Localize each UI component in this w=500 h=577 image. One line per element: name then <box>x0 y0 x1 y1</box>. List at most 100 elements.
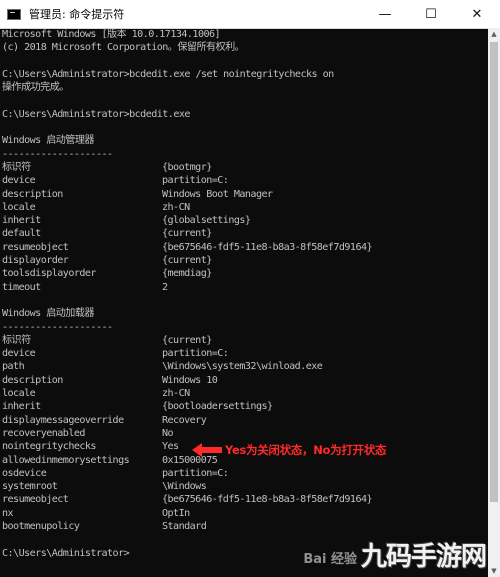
bcd-entry-key: device <box>2 175 36 187</box>
bcd-entry-value: {current} <box>162 334 212 346</box>
scrollbar-thumb[interactable] <box>490 42 498 502</box>
maximize-button[interactable]: ☐ <box>408 0 454 28</box>
console-text: C:\Users\Administrator> <box>2 547 130 559</box>
bcd-entry-key: nointegritychecks <box>2 441 97 453</box>
bcd-entry-value: partition=C: <box>162 467 229 479</box>
bcd-entry-key: systemroot <box>2 481 58 493</box>
console-line: timeout 2 <box>2 281 488 294</box>
bcd-entry-key: 标识符 <box>2 334 31 346</box>
bcd-entry-value: {bootmgr} <box>162 161 212 173</box>
bcd-entry-value: \Windows <box>162 481 207 493</box>
bcd-entry-key: description <box>2 188 63 200</box>
console-text: 操作成功完成。 <box>2 82 69 94</box>
bcd-entry-value: 2 <box>162 281 168 293</box>
console-line: systemroot \Windows <box>2 480 488 493</box>
bcd-entry-key: default <box>2 228 41 240</box>
vertical-scrollbar[interactable]: ▲ ▼ <box>488 28 500 577</box>
bcd-entry-value: partition=C: <box>162 175 229 187</box>
site-watermark: 九码手游网 <box>360 542 487 572</box>
console-line: resumeobject {be675646-fdf5-11e8-b8a3-8f5… <box>2 241 488 254</box>
left-arrow-icon <box>192 443 222 457</box>
console-line: (c) 2018 Microsoft Corporation。保留所有权利。 <box>2 41 488 54</box>
title-bar[interactable]: 管理员: 命令提示符 — ☐ ✕ <box>0 0 500 29</box>
console-text: -------------------- <box>2 148 113 160</box>
console-output[interactable]: Microsoft Windows [版本 10.0.17134.1006] (c… <box>2 28 488 577</box>
console-line: locale zh-CN <box>2 387 488 400</box>
console-text: -------------------- <box>2 321 113 333</box>
bcd-entry-key: resumeobject <box>2 241 69 253</box>
console-text: C:\Users\Administrator>bcdedit.exe /set … <box>2 68 334 80</box>
bcd-entry-value: Standard <box>162 520 207 532</box>
console-line: resumeobject {be675646-fdf5-11e8-b8a3-8f5… <box>2 493 488 506</box>
bcd-entry-value: {globalsettings} <box>162 215 251 227</box>
bcd-entry-value: No <box>162 427 174 439</box>
bcd-entry-key: nx <box>2 507 14 519</box>
bcd-entry-key: displayorder <box>2 255 69 267</box>
bcd-entry-key: osdevice <box>2 467 47 479</box>
bcd-entry-value: {current} <box>162 228 212 240</box>
close-button[interactable]: ✕ <box>454 0 500 28</box>
console-line: 标识符 {bootmgr} <box>2 161 488 174</box>
bcd-entry-key: allowedinmemorysettings <box>2 454 130 466</box>
console-text: (c) 2018 Microsoft Corporation。保留所有权利。 <box>2 42 245 54</box>
bcd-entry-key: bootmenupolicy <box>2 520 80 532</box>
bcd-entry-value: partition=C: <box>162 348 229 360</box>
bcd-entry-key: locale <box>2 201 36 213</box>
bcd-entry-key: recoveryenabled <box>2 427 85 439</box>
console-text: Windows 启动加载器 <box>2 308 94 320</box>
minimize-button[interactable]: — <box>362 0 408 28</box>
console-line: osdevice partition=C: <box>2 467 488 480</box>
bcd-entry-key: description <box>2 374 63 386</box>
console-line: Windows 启动管理器 <box>2 134 488 147</box>
console-line: inherit {bootloadersettings} <box>2 400 488 413</box>
bcd-entry-value: Windows 10 <box>162 374 218 386</box>
scroll-up-arrow-icon[interactable]: ▲ <box>488 28 500 40</box>
bcd-entry-key: 标识符 <box>2 161 31 173</box>
bcd-entry-value: Recovery <box>162 414 207 426</box>
console-line: device partition=C: <box>2 347 488 360</box>
console-text: C:\Users\Administrator>bcdedit.exe <box>2 108 190 120</box>
window-controls: — ☐ ✕ <box>362 0 500 28</box>
console-line: locale zh-CN <box>2 201 488 214</box>
console-line: 标识符 {current} <box>2 334 488 347</box>
bcd-entry-key: displaymessageoverride <box>2 414 124 426</box>
bcd-entry-key: device <box>2 348 36 360</box>
console-line: C:\Users\Administrator>bcdedit.exe <box>2 108 488 121</box>
console-line: displaymessageoverride Recovery <box>2 414 488 427</box>
bcd-entry-key: path <box>2 361 25 373</box>
console-line: inherit {globalsettings} <box>2 214 488 227</box>
console-text: Microsoft Windows [版本 10.0.17134.1006] <box>2 29 221 40</box>
scroll-down-arrow-icon[interactable]: ▼ <box>488 565 500 577</box>
console-line: Windows 启动加载器 <box>2 307 488 320</box>
console-line: bootmenupolicy Standard <box>2 520 488 533</box>
console-text: Windows 启动管理器 <box>2 135 94 147</box>
bcd-entry-key: timeout <box>2 281 41 293</box>
bcd-entry-key: locale <box>2 388 36 400</box>
bcd-entry-key: toolsdisplayorder <box>2 268 97 280</box>
window-title: 管理员: 命令提示符 <box>29 8 125 21</box>
bcd-entry-value: {memdiag} <box>162 268 212 280</box>
console-line: C:\Users\Administrator>bcdedit.exe /set … <box>2 68 488 81</box>
bcd-entry-value: OptIn <box>162 507 190 519</box>
console-line: description Windows Boot Manager <box>2 188 488 201</box>
annotation-callout: Yes为关闭状态，No为打开状态 <box>192 442 386 458</box>
cmd-app-icon <box>7 8 21 20</box>
bcd-entry-key: inherit <box>2 215 41 227</box>
console-line: -------------------- <box>2 321 488 334</box>
console-line: recoveryenabled No <box>2 427 488 440</box>
bcd-entry-value: zh-CN <box>162 388 190 400</box>
annotation-text: Yes为关闭状态，No为打开状态 <box>225 443 387 457</box>
console-line: Microsoft Windows [版本 10.0.17134.1006] <box>2 28 488 41</box>
bcd-entry-value: {be675646-fdf5-11e8-b8a3-8f58ef7d9164} <box>162 494 373 506</box>
console-line: displayorder {current} <box>2 254 488 267</box>
bcd-entry-value: Windows Boot Manager <box>162 188 273 200</box>
console-line: toolsdisplayorder {memdiag} <box>2 267 488 280</box>
bcd-entry-key: inherit <box>2 401 41 413</box>
bcd-entry-value: {bootloadersettings} <box>162 401 273 413</box>
console-line: default {current} <box>2 227 488 240</box>
bcd-entry-value: \Windows\system32\winload.exe <box>162 361 323 373</box>
